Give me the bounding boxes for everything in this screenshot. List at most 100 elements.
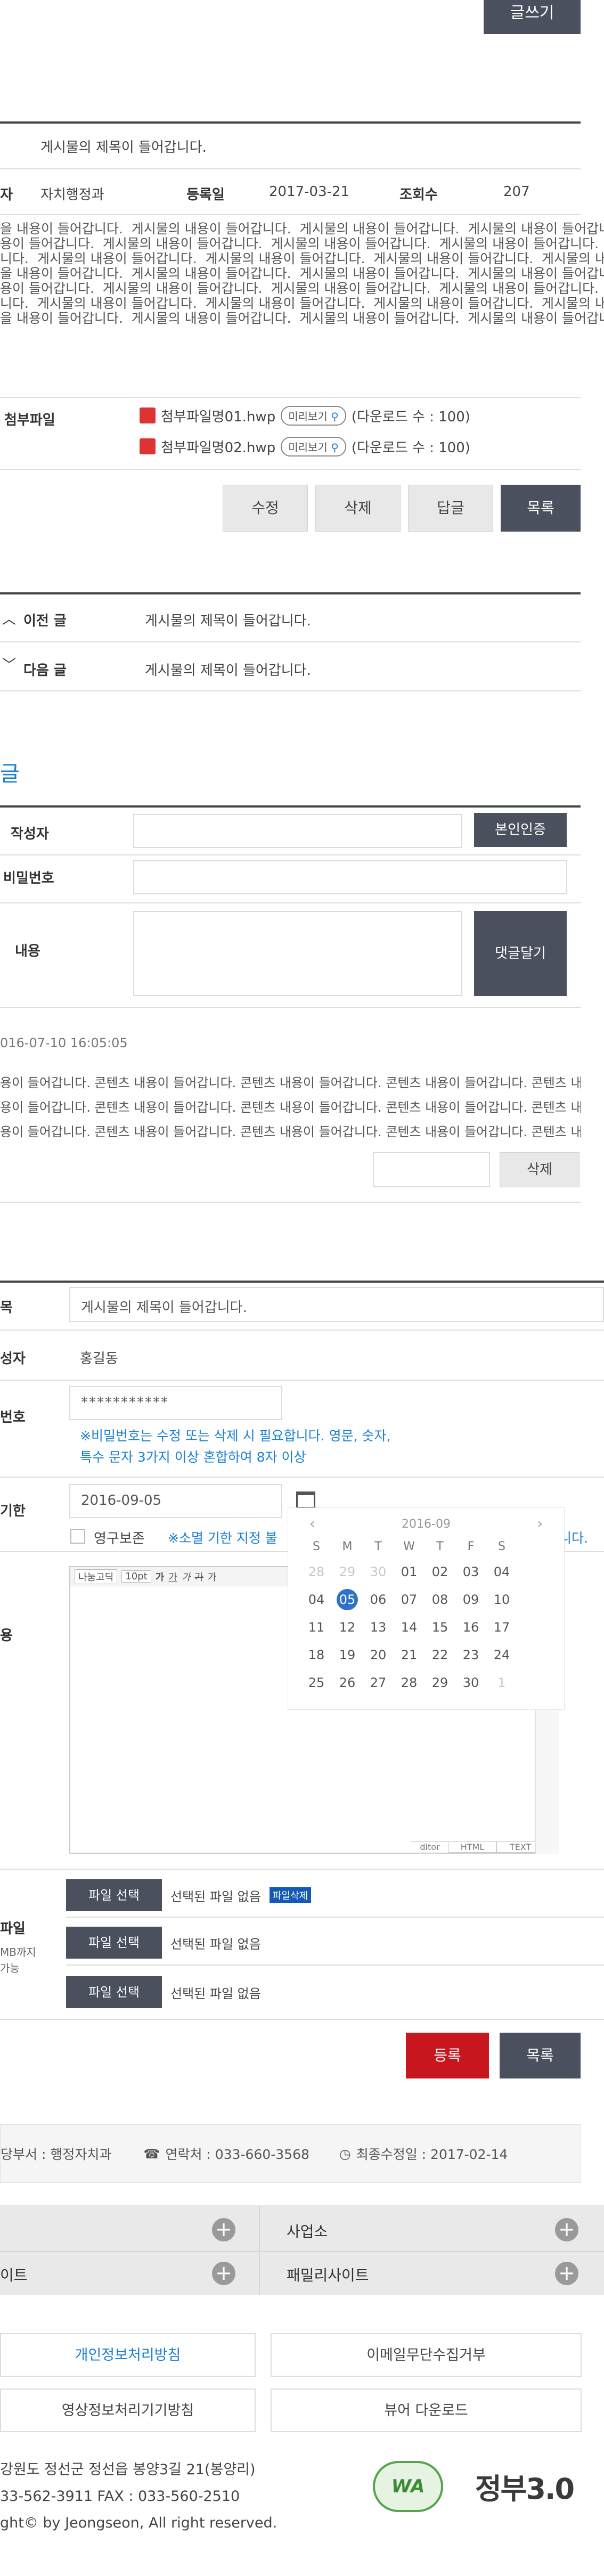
- font-size-select[interactable]: 10pt: [121, 1570, 151, 1583]
- title-input[interactable]: 게시물의 제목이 들어갑니다.: [69, 1287, 604, 1322]
- calendar-day[interactable]: 18: [301, 1641, 332, 1669]
- calendar-day[interactable]: 19: [332, 1641, 363, 1669]
- edit-button[interactable]: 수정: [223, 485, 308, 532]
- calendar-day[interactable]: 20: [363, 1641, 394, 1669]
- weekday-label: T: [374, 1539, 382, 1553]
- plus-icon[interactable]: +: [212, 2262, 235, 2285]
- calendar-day[interactable]: 21: [394, 1641, 425, 1669]
- underline-icon[interactable]: 가: [168, 1570, 177, 1584]
- preview-button[interactable]: 미리보기 ⚲: [281, 405, 346, 426]
- calendar-day[interactable]: 16: [455, 1613, 486, 1641]
- submit-comment-button[interactable]: 댓글달기: [474, 911, 567, 996]
- prev-month-icon[interactable]: ‹: [309, 1516, 315, 1532]
- chevron-up-icon: ︿: [2, 612, 17, 627]
- file-name[interactable]: 첨부파일명02.hwp: [161, 437, 275, 456]
- divider: [0, 469, 581, 470]
- download-count: (다운로드 수 : 100): [351, 439, 470, 456]
- prev-title[interactable]: 게시물의 제목이 들어갑니다.: [145, 610, 311, 630]
- calendar-day[interactable]: 07: [394, 1586, 425, 1613]
- file-select-button[interactable]: 파일 선택: [66, 1927, 162, 1959]
- verify-button[interactable]: 본인인증: [474, 813, 567, 847]
- calendar-day[interactable]: 1: [486, 1669, 517, 1697]
- password-input[interactable]: [133, 860, 567, 894]
- calendar-day[interactable]: 30: [363, 1558, 394, 1586]
- calendar-day[interactable]: 17: [486, 1613, 517, 1641]
- email-refusal-link[interactable]: 이메일무단수집거부: [271, 2333, 582, 2377]
- file-name[interactable]: 첨부파일명01.hwp: [161, 406, 275, 426]
- calendar-day[interactable]: 29: [425, 1669, 455, 1697]
- divider: [0, 641, 581, 642]
- viewer-download-link[interactable]: 뷰어 다운로드: [271, 2388, 582, 2432]
- calendar-day[interactable]: 26: [332, 1669, 363, 1697]
- calendar-day[interactable]: 04: [486, 1558, 517, 1586]
- writer-input[interactable]: [133, 814, 462, 848]
- calendar-day[interactable]: 22: [425, 1641, 455, 1669]
- plus-icon[interactable]: +: [212, 2218, 235, 2241]
- calendar-day[interactable]: 14: [394, 1613, 425, 1641]
- comment-delete-password[interactable]: [373, 1152, 490, 1187]
- next-month-icon[interactable]: ›: [537, 1516, 543, 1532]
- comment-textarea[interactable]: [133, 911, 462, 996]
- calendar-day[interactable]: 08: [425, 1586, 455, 1613]
- plus-icon[interactable]: +: [555, 2262, 578, 2285]
- calendar-day[interactable]: 13: [363, 1613, 394, 1641]
- comment-delete-button[interactable]: 삭제: [500, 1152, 579, 1187]
- date-input[interactable]: 2016-09-05: [69, 1484, 282, 1518]
- privacy-policy-link[interactable]: 개인정보처리방침: [0, 2333, 256, 2377]
- phone-line: 33-562-3911 FAX : 033-560-2510: [0, 2488, 240, 2505]
- calendar-day[interactable]: 11: [301, 1613, 332, 1641]
- calendar-day[interactable]: 28: [394, 1669, 425, 1697]
- cctv-policy-link[interactable]: 영상정보처리기기방침: [0, 2388, 256, 2432]
- bold-icon[interactable]: 가: [156, 1570, 165, 1584]
- calendar-day[interactable]: 12: [332, 1613, 363, 1641]
- selected-day[interactable]: 05: [337, 1589, 358, 1610]
- tab-editor[interactable]: ditor: [411, 1841, 448, 1853]
- calendar-day[interactable]: 09: [455, 1586, 486, 1613]
- form-password-input[interactable]: ***********: [69, 1386, 282, 1420]
- plus-icon[interactable]: +: [555, 2218, 578, 2241]
- calendar-day[interactable]: 23: [455, 1641, 486, 1669]
- footer-link-left-2[interactable]: 이트: [0, 2264, 28, 2285]
- calendar-day[interactable]: 05: [332, 1586, 363, 1613]
- phone-icon: ☎: [143, 2146, 160, 2162]
- delete-button[interactable]: 삭제: [315, 485, 401, 532]
- calendar-day[interactable]: 27: [363, 1669, 394, 1697]
- text-color-icon[interactable]: 가: [208, 1570, 217, 1584]
- calendar-day[interactable]: 15: [425, 1613, 455, 1641]
- weekday-label: S: [498, 1539, 505, 1553]
- calendar-day[interactable]: 04: [301, 1586, 332, 1613]
- chevron-down-icon: ﹀: [2, 657, 17, 673]
- calendar-day[interactable]: 01: [394, 1558, 425, 1586]
- calendar-icon[interactable]: [296, 1491, 315, 1509]
- file-select-button[interactable]: 파일 선택: [66, 1976, 162, 2008]
- footer-link-right-1[interactable]: 사업소: [287, 2220, 328, 2241]
- views-label: 조회수: [399, 187, 438, 203]
- clock-icon: ◷: [339, 2146, 351, 2162]
- calendar-day[interactable]: 25: [301, 1669, 332, 1697]
- preview-button[interactable]: 미리보기 ⚲: [281, 436, 346, 456]
- strike-icon[interactable]: 가: [194, 1570, 203, 1584]
- next-title[interactable]: 게시물의 제목이 들어갑니다.: [145, 659, 311, 679]
- permanent-checkbox[interactable]: [70, 1529, 85, 1544]
- form-list-button[interactable]: 목록: [500, 2033, 581, 2078]
- file-select-button[interactable]: 파일 선택: [66, 1879, 162, 1911]
- list-button[interactable]: 목록: [501, 485, 581, 532]
- tab-html[interactable]: HTML: [448, 1841, 496, 1853]
- calendar-day[interactable]: 30: [455, 1669, 486, 1697]
- reply-button[interactable]: 답글: [408, 485, 493, 532]
- register-button[interactable]: 등록: [406, 2033, 489, 2078]
- search-icon: ⚲: [331, 441, 339, 454]
- calendar-day[interactable]: 06: [363, 1586, 394, 1613]
- calendar-day[interactable]: 24: [486, 1641, 517, 1669]
- calendar-day[interactable]: 28: [301, 1558, 332, 1586]
- calendar-day[interactable]: 02: [425, 1558, 455, 1586]
- write-button[interactable]: 글쓰기: [484, 0, 581, 34]
- calendar-day[interactable]: 29: [332, 1558, 363, 1586]
- italic-icon[interactable]: 가: [182, 1570, 191, 1584]
- footer-link-right-2[interactable]: 패밀리사이트: [287, 2264, 369, 2285]
- calendar-day[interactable]: 03: [455, 1558, 486, 1586]
- title-value: 게시물의 제목이 들어갑니다.: [81, 1300, 247, 1316]
- file-delete-button[interactable]: 파일삭제: [269, 1887, 312, 1903]
- calendar-day[interactable]: 10: [486, 1586, 517, 1613]
- font-select[interactable]: 나눔고딕: [75, 1569, 118, 1584]
